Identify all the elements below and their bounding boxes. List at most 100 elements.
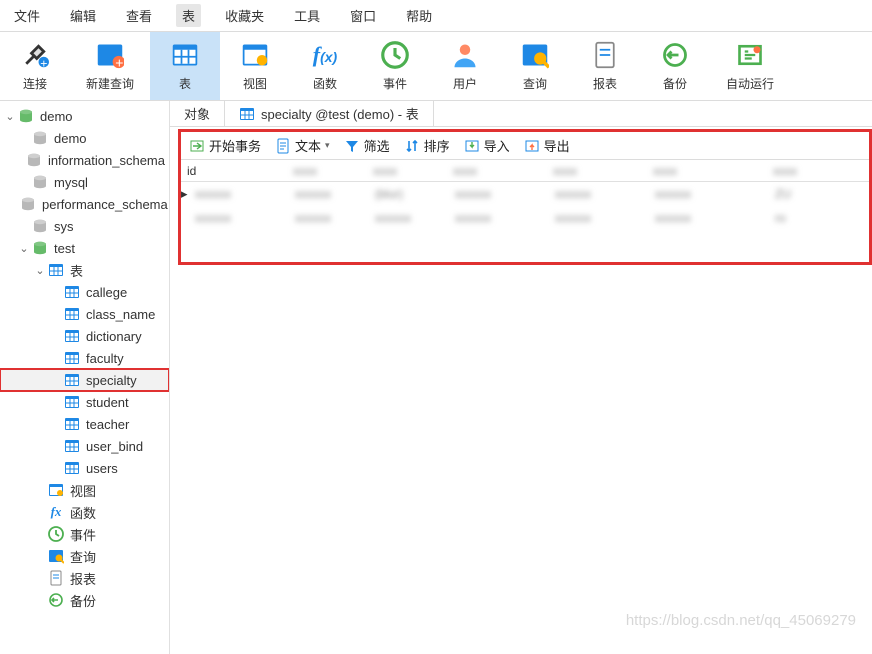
- db-icon: [32, 130, 48, 146]
- db-information_schema[interactable]: information_schema: [0, 149, 169, 171]
- tx-icon: [189, 138, 205, 154]
- node-view[interactable]: 视图: [0, 479, 169, 501]
- tables-folder[interactable]: ⌄表: [0, 259, 169, 281]
- tbl-icon: [64, 284, 80, 300]
- col-head-4[interactable]: xxxx: [541, 164, 641, 178]
- cell[interactable]: xxxxxx: [649, 211, 769, 225]
- col-head-0[interactable]: id: [181, 164, 281, 178]
- toolbar-plug[interactable]: 连接: [0, 32, 70, 100]
- col-head-1[interactable]: xxxx: [281, 164, 361, 178]
- node-backup[interactable]: 备份: [0, 589, 169, 611]
- tbl-icon: [239, 106, 255, 122]
- toolbar-query[interactable]: 查询: [500, 32, 570, 100]
- db-label: sys: [54, 219, 74, 234]
- menu-item-7[interactable]: 帮助: [400, 4, 438, 27]
- table-user_bind[interactable]: user_bind: [0, 435, 169, 457]
- view-icon: [241, 41, 269, 69]
- col-label: xxxx: [447, 164, 477, 178]
- db-sys[interactable]: sys: [0, 215, 169, 237]
- menu-item-2[interactable]: 查看: [120, 4, 158, 27]
- col-head-5[interactable]: xxxx: [641, 164, 761, 178]
- db-mysql[interactable]: mysql: [0, 171, 169, 193]
- db-g-icon: [32, 240, 48, 256]
- tab-0[interactable]: 对象: [170, 101, 225, 126]
- table-class_name[interactable]: class_name: [0, 303, 169, 325]
- toolbar-newquery[interactable]: 新建查询: [70, 32, 150, 100]
- toolbar-view[interactable]: 视图: [220, 32, 290, 100]
- gridtool-export[interactable]: 导出: [524, 136, 570, 155]
- gridtool-sort[interactable]: 排序: [404, 136, 450, 155]
- db-icon: [32, 174, 48, 190]
- col-label: xxxx: [647, 164, 677, 178]
- cell[interactable]: (blur): [369, 187, 449, 201]
- toolbar-auto[interactable]: 自动运行: [710, 32, 790, 100]
- cell[interactable]: xxxxxx: [189, 187, 289, 201]
- table-users[interactable]: users: [0, 457, 169, 479]
- menubar[interactable]: 文件编辑查看表收藏夹工具窗口帮助: [0, 0, 872, 32]
- cell[interactable]: xxxxxx: [449, 211, 549, 225]
- db-label: mysql: [54, 175, 88, 190]
- tbl-icon: [64, 394, 80, 410]
- gridtool-filter[interactable]: 筛选: [344, 136, 390, 155]
- gridtool-doc[interactable]: 文本 ▾: [275, 136, 330, 155]
- node-query[interactable]: 查询: [0, 545, 169, 567]
- table-student[interactable]: student: [0, 391, 169, 413]
- menu-item-1[interactable]: 编辑: [64, 4, 102, 27]
- filter-icon: [344, 138, 360, 154]
- tab-strip[interactable]: 对象 specialty @test (demo) - 表: [170, 101, 872, 127]
- node-report[interactable]: 报表: [0, 567, 169, 589]
- cell[interactable]: ZU: [769, 187, 869, 201]
- menu-item-0[interactable]: 文件: [8, 4, 46, 27]
- table-teacher[interactable]: teacher: [0, 413, 169, 435]
- db-test[interactable]: ⌄test: [0, 237, 169, 259]
- cell[interactable]: ro: [769, 211, 869, 225]
- col-head-3[interactable]: xxxx: [441, 164, 541, 178]
- tree-root[interactable]: ⌄demo: [0, 105, 169, 127]
- db-demo[interactable]: demo: [0, 127, 169, 149]
- cell[interactable]: xxxxxx: [289, 187, 369, 201]
- table-label: users: [86, 461, 118, 476]
- menu-item-3[interactable]: 表: [176, 4, 201, 27]
- table-label: student: [86, 395, 129, 410]
- col-head-6[interactable]: xxxx: [761, 164, 861, 178]
- node-fx[interactable]: fx函数: [0, 501, 169, 523]
- table-row[interactable]: ▸xxxxxxxxxxxx(blur)xxxxxxxxxxxxxxxxxxZU: [181, 182, 869, 206]
- cell[interactable]: xxxxxx: [369, 211, 449, 225]
- tab-1[interactable]: specialty @test (demo) - 表: [225, 101, 434, 126]
- menu-item-4[interactable]: 收藏夹: [219, 4, 270, 27]
- gridtool-import[interactable]: 导入: [464, 136, 510, 155]
- cell[interactable]: xxxxxx: [449, 187, 549, 201]
- table-specialty[interactable]: specialty: [0, 369, 169, 391]
- tbl-icon: [64, 372, 80, 388]
- tbl-icon: [171, 41, 199, 69]
- table-dictionary[interactable]: dictionary: [0, 325, 169, 347]
- toolbar-fx[interactable]: f(x)函数: [290, 32, 360, 100]
- menu-item-5[interactable]: 工具: [288, 4, 326, 27]
- grid-toolbar[interactable]: 开始事务文本 ▾ 筛选排序导入导出: [181, 132, 869, 160]
- cell[interactable]: xxxxxx: [549, 187, 649, 201]
- cell[interactable]: xxxxxx: [549, 211, 649, 225]
- gridtool-label: 文本: [295, 136, 321, 155]
- db-performance_schema[interactable]: performance_schema: [0, 193, 169, 215]
- table-row[interactable]: xxxxxxxxxxxxxxxxxxxxxxxxxxxxxxxxxxxxro: [181, 206, 869, 230]
- clock-icon: [381, 41, 409, 69]
- table-faculty[interactable]: faculty: [0, 347, 169, 369]
- node-clock[interactable]: 事件: [0, 523, 169, 545]
- gridtool-tx[interactable]: 开始事务: [189, 136, 261, 155]
- sidebar-tree[interactable]: ⌄demodemoinformation_schemamysql performa…: [0, 101, 170, 654]
- toolbar-table[interactable]: 表: [150, 32, 220, 100]
- cell[interactable]: xxxxxx: [289, 211, 369, 225]
- data-grid[interactable]: idxxxxxxxxxxxxxxxxxxxxxxxx ▸xxxxxxxxxxxx…: [181, 160, 869, 230]
- toolbar-clock[interactable]: 事件: [360, 32, 430, 100]
- table-callege[interactable]: callege: [0, 281, 169, 303]
- cell[interactable]: xxxxxx: [649, 187, 769, 201]
- tab-label: specialty @test (demo) - 表: [261, 104, 419, 123]
- col-head-2[interactable]: xxxx: [361, 164, 441, 178]
- toolbar-backup[interactable]: 备份: [640, 32, 710, 100]
- db-icon: [20, 196, 36, 212]
- toolbar-user[interactable]: 用户: [430, 32, 500, 100]
- tables-folder-label: 表: [70, 261, 83, 280]
- menu-item-6[interactable]: 窗口: [344, 4, 382, 27]
- cell[interactable]: xxxxxx: [189, 211, 289, 225]
- toolbar-report[interactable]: 报表: [570, 32, 640, 100]
